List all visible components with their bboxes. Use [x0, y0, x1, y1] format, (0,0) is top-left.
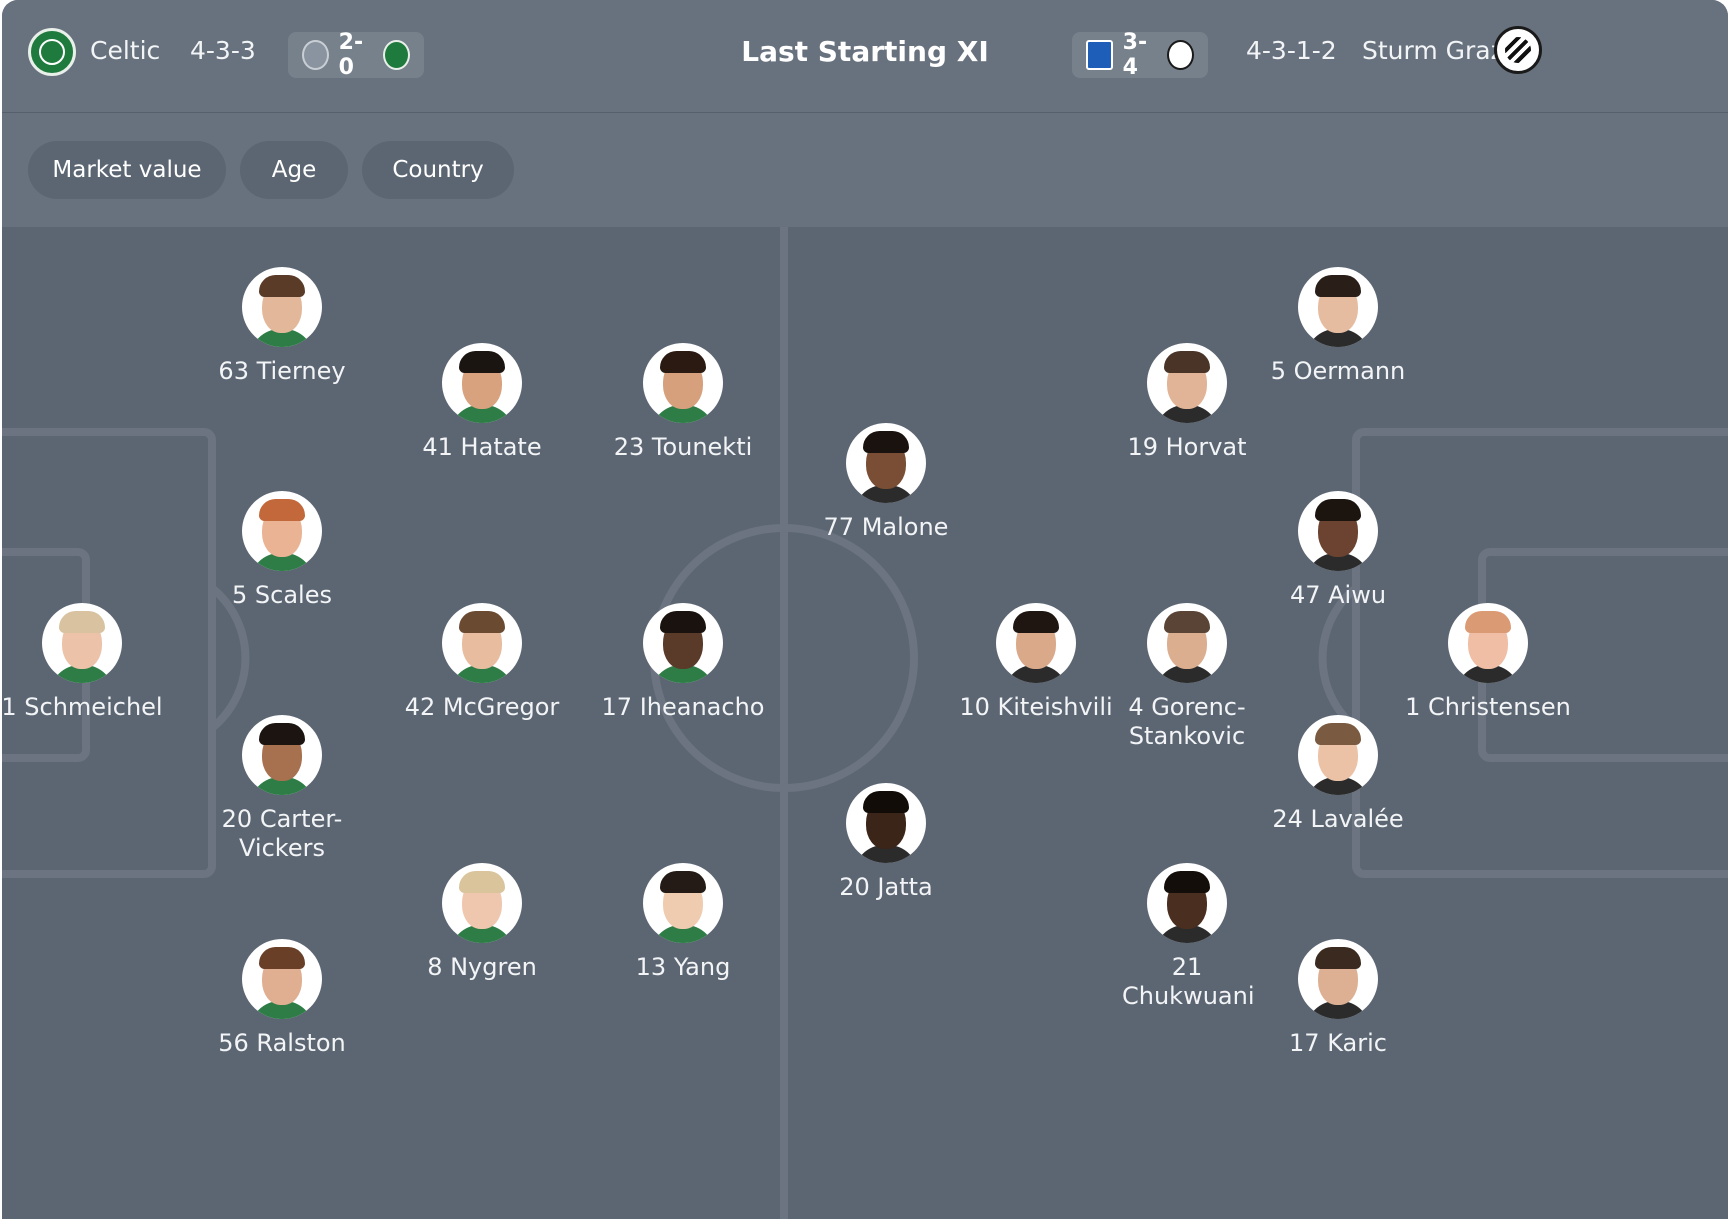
player-avatar	[996, 603, 1076, 683]
player-avatar	[242, 939, 322, 1019]
player-card[interactable]: 23 Tounekti	[593, 343, 773, 462]
player-avatar	[242, 267, 322, 347]
player-card[interactable]: 8 Nygren	[392, 863, 572, 982]
player-name: 41 Hatate	[422, 433, 542, 461]
player-avatar	[242, 491, 322, 571]
player-avatar	[1298, 939, 1378, 1019]
filter-market-value-button[interactable]: Market value	[28, 141, 226, 199]
player-card[interactable]: 42 McGregor	[392, 603, 572, 722]
player-avatar	[1448, 603, 1528, 683]
player-card[interactable]: 17 Iheanacho	[593, 603, 773, 722]
starting-xi-panel: Celtic 4-3-3 2-0 Last Starting XI 3-4 4-…	[2, 0, 1728, 1219]
player-card[interactable]: 4 Gorenc-Stankovic	[1127, 603, 1247, 751]
player-card[interactable]: 20 Carter-Vickers	[192, 715, 372, 863]
player-avatar	[442, 603, 522, 683]
player-name: 20 Carter-Vickers	[221, 805, 343, 862]
player-card[interactable]: 5 Scales	[192, 491, 372, 610]
filter-country-button[interactable]: Country	[362, 141, 514, 199]
away-formation: 4-3-1-2	[1246, 36, 1337, 65]
player-name: 17 Iheanacho	[601, 693, 765, 721]
away-last-result[interactable]: 3-4	[1072, 30, 1208, 80]
sturm-graz-crest-icon	[1167, 40, 1194, 70]
player-avatar	[643, 863, 723, 943]
player-name: 17 Karic	[1289, 1029, 1387, 1057]
player-name: 13 Yang	[635, 953, 731, 981]
player-name: 56 Ralston	[218, 1029, 346, 1057]
player-name: 42 McGregor	[404, 693, 560, 721]
player-card[interactable]: 20 Jatta	[796, 783, 976, 902]
lineup-header: Celtic 4-3-3 2-0 Last Starting XI 3-4 4-…	[2, 0, 1728, 113]
player-name: 10 Kiteishvili	[959, 693, 1113, 721]
player-avatar	[1298, 267, 1378, 347]
player-avatar	[1298, 715, 1378, 795]
away-team-name[interactable]: Sturm Graz	[1362, 36, 1504, 66]
player-card[interactable]: 19 Horvat	[1097, 343, 1277, 462]
player-name: 23 Tounekti	[613, 433, 753, 461]
player-card[interactable]: 24 Lavalée	[1248, 715, 1428, 834]
player-name: 19 Horvat	[1127, 433, 1247, 461]
blau-weiss-linz-crest-icon	[1086, 40, 1113, 70]
player-card[interactable]: 17 Karic	[1248, 939, 1428, 1058]
sturm-graz-crest-icon	[1494, 26, 1542, 74]
player-avatar	[1298, 491, 1378, 571]
filter-bar: Market value Age Country	[2, 113, 1728, 227]
player-card[interactable]: 41 Hatate	[392, 343, 572, 462]
player-avatar	[442, 863, 522, 943]
player-name: 21 Chukwuani	[1122, 953, 1255, 1010]
player-avatar	[42, 603, 122, 683]
filter-age-button[interactable]: Age	[240, 141, 348, 199]
player-card[interactable]: 47 Aiwu	[1248, 491, 1428, 610]
player-avatar	[442, 343, 522, 423]
player-name: 5 Scales	[232, 581, 332, 609]
player-avatar	[643, 343, 723, 423]
player-name: 20 Jatta	[839, 873, 933, 901]
player-name: 4 Gorenc-Stankovic	[1128, 693, 1246, 750]
player-avatar	[1147, 603, 1227, 683]
player-name: 24 Lavalée	[1272, 805, 1404, 833]
player-card[interactable]: 63 Tierney	[192, 267, 372, 386]
player-card[interactable]: 10 Kiteishvili	[946, 603, 1126, 722]
player-name: 8 Nygren	[427, 953, 537, 981]
player-name: 77 Malone	[823, 513, 949, 541]
player-card[interactable]: 1 Schmeichel	[2, 603, 172, 722]
player-avatar	[1147, 863, 1227, 943]
player-card[interactable]: 1 Christensen	[1398, 603, 1578, 722]
player-name: 63 Tierney	[218, 357, 346, 385]
player-avatar	[643, 603, 723, 683]
away-last-score: 3-4	[1122, 30, 1148, 80]
player-avatar	[242, 715, 322, 795]
player-card[interactable]: 21 Chukwuani	[1122, 863, 1255, 1011]
player-avatar	[846, 423, 926, 503]
player-card[interactable]: 56 Ralston	[192, 939, 372, 1058]
player-card[interactable]: 77 Malone	[796, 423, 976, 542]
player-card[interactable]: 13 Yang	[593, 863, 773, 982]
player-avatar	[1147, 343, 1227, 423]
player-name: 1 Schmeichel	[2, 693, 163, 721]
player-avatar	[846, 783, 926, 863]
pitch: 63 Tierney 41 Hatate 23 Tounekti 5 Scales 1 …	[2, 227, 1728, 1219]
